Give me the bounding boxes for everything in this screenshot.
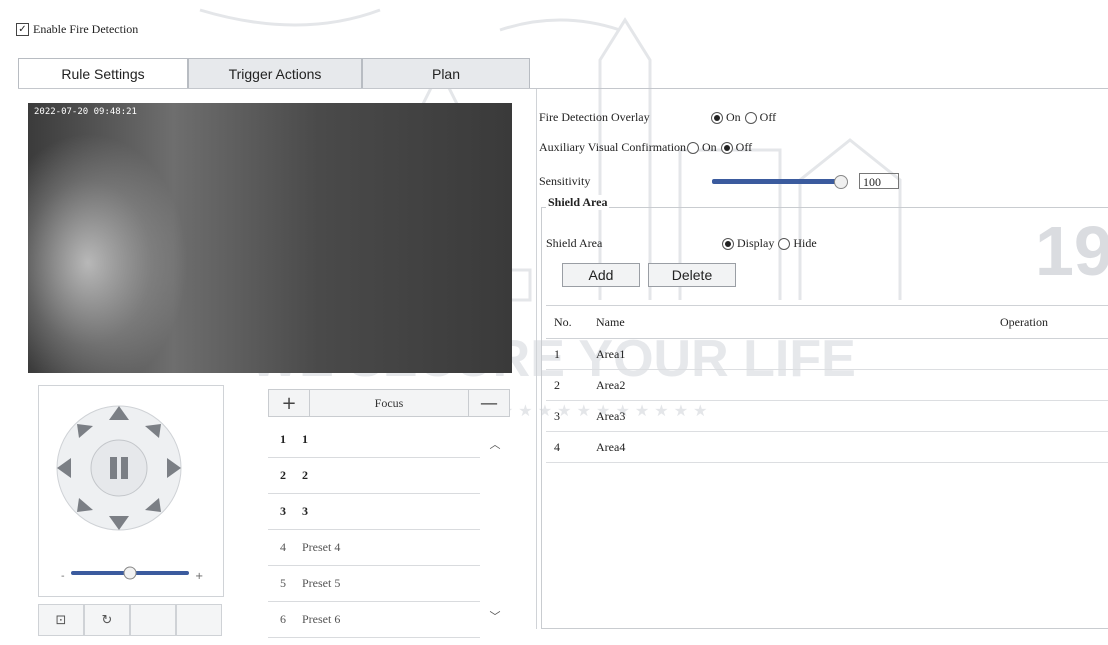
- video-timestamp: 2022-07-20 09:48:21: [34, 107, 137, 117]
- table-row[interactable]: 3 Area3: [546, 401, 1108, 432]
- lock-icon[interactable]: ⊡: [38, 604, 84, 636]
- row-no: 1: [554, 346, 560, 361]
- video-glow: [28, 133, 188, 373]
- sensitivity-label: Sensitivity: [539, 174, 591, 188]
- toolbar-empty-1[interactable]: [130, 604, 176, 636]
- enable-label: Enable Fire Detection: [33, 22, 139, 36]
- pause-icon[interactable]: [110, 457, 117, 479]
- header-no: No.: [554, 314, 572, 329]
- preset-scrollbar[interactable]: ︿ ﹀: [482, 422, 508, 638]
- aux-label: Auxiliary Visual Confirmation: [539, 140, 687, 154]
- shield-row: Shield Area Display Hide: [546, 236, 821, 251]
- table-row[interactable]: 4 Area4: [546, 432, 1108, 463]
- preset-number: 1: [280, 432, 286, 446]
- tab-bar: Rule Settings Trigger Actions Plan: [18, 58, 530, 89]
- zoom-plus-icon[interactable]: +: [195, 571, 203, 582]
- preset-item[interactable]: 22: [268, 458, 480, 494]
- shield-table: No. Name Operation 1 Area1 2 Area2 3 Are…: [546, 305, 1108, 463]
- preset-item[interactable]: 6 Preset 6: [268, 602, 480, 638]
- preset-item[interactable]: 4 Preset 4: [268, 530, 480, 566]
- tab-plan[interactable]: Plan: [362, 58, 530, 89]
- preset-item[interactable]: 33: [268, 494, 480, 530]
- toolbar-empty-2[interactable]: [176, 604, 222, 636]
- radio-on-icon: [722, 237, 734, 250]
- table-header: No. Name Operation: [546, 305, 1108, 339]
- preset-name: 3: [302, 504, 308, 518]
- sensitivity-thumb[interactable]: [834, 175, 848, 189]
- ptz-direction-pad[interactable]: - +: [39, 386, 223, 596]
- row-name: Area3: [596, 408, 626, 423]
- sensitivity-slider[interactable]: [712, 175, 852, 189]
- radio-off-icon: [687, 141, 699, 154]
- aux-off-label: Off: [735, 140, 753, 154]
- overlay-row: Fire Detection Overlay On Off: [539, 110, 780, 125]
- overlay-off-radio[interactable]: Off: [744, 110, 777, 125]
- preset-item[interactable]: 11: [268, 422, 480, 458]
- row-no: 3: [554, 408, 560, 423]
- preset-number: 3: [280, 504, 286, 518]
- video-preview[interactable]: 2022-07-20 09:48:21: [28, 103, 512, 373]
- table-row[interactable]: 2 Area2: [546, 370, 1108, 401]
- preset-item[interactable]: 5 Preset 5: [268, 566, 480, 602]
- radio-off-icon: [744, 111, 757, 124]
- row-name: Area4: [596, 439, 626, 454]
- shield-display-radio[interactable]: Display: [722, 236, 774, 251]
- sensitivity-input[interactable]: 100: [859, 173, 899, 189]
- shield-label: Shield Area: [546, 236, 603, 250]
- sensitivity-row: Sensitivity: [539, 174, 590, 189]
- radio-on-icon: [720, 141, 733, 154]
- tab-rule-settings[interactable]: Rule Settings: [18, 58, 188, 89]
- row-no: 4: [554, 439, 560, 454]
- radio-off-icon: [778, 237, 791, 250]
- shield-area-legend: Shield Area: [546, 195, 610, 210]
- overlay-label: Fire Detection Overlay: [539, 110, 650, 124]
- preset-name: Preset 4: [302, 540, 341, 554]
- enable-checkbox[interactable]: ✓: [16, 23, 29, 36]
- row-name: Area2: [596, 377, 626, 392]
- focus-label: Focus: [309, 390, 469, 416]
- aux-on-label: On: [702, 140, 717, 154]
- preset-list: 11 22 33 4 Preset 4 5 Preset 5 6 Preset 6: [268, 422, 480, 638]
- chevron-up-icon[interactable]: ︿: [490, 436, 501, 452]
- preset-name: 2: [302, 468, 308, 482]
- overlay-on-label: On: [726, 110, 741, 124]
- aux-on-radio[interactable]: On: [687, 140, 717, 155]
- aux-off-radio[interactable]: Off: [720, 140, 753, 155]
- table-row[interactable]: 1 Area1: [546, 339, 1108, 370]
- overlay-on-radio[interactable]: On: [711, 110, 741, 125]
- chevron-down-icon[interactable]: ﹀: [490, 608, 501, 624]
- enable-fire-detection[interactable]: ✓ Enable Fire Detection: [16, 22, 138, 37]
- zoom-slider-thumb[interactable]: [123, 566, 137, 580]
- preset-name: Preset 5: [302, 576, 341, 590]
- preset-name: Preset 6: [302, 612, 341, 626]
- aux-row: Auxiliary Visual Confirmation On Off: [539, 140, 756, 155]
- row-name: Area1: [596, 346, 626, 361]
- preset-name: 1: [302, 432, 308, 446]
- radio-on-icon: [711, 111, 723, 124]
- ptz-panel: - +: [38, 385, 224, 597]
- preset-number: 4: [280, 540, 286, 554]
- shield-hide-radio[interactable]: Hide: [778, 236, 817, 251]
- sensitivity-track: [712, 179, 840, 184]
- row-no: 2: [554, 377, 560, 392]
- overlay-off-label: Off: [759, 110, 777, 124]
- focus-plus-button[interactable]: +: [269, 393, 309, 414]
- preset-number: 5: [280, 576, 286, 590]
- focus-minus-button[interactable]: —: [469, 393, 509, 414]
- preset-number: 2: [280, 468, 286, 482]
- delete-button[interactable]: Delete: [648, 263, 736, 287]
- add-button[interactable]: Add: [562, 263, 640, 287]
- shield-display-label: Display: [737, 236, 775, 250]
- shield-hide-label: Hide: [793, 236, 817, 250]
- focus-control: + Focus —: [268, 389, 510, 417]
- preset-number: 6: [280, 612, 286, 626]
- rotate-360-icon[interactable]: ↻: [84, 604, 130, 636]
- zoom-minus-icon[interactable]: -: [61, 571, 65, 582]
- ptz-toolbar: ⊡ ↻: [38, 604, 222, 636]
- tab-trigger-actions[interactable]: Trigger Actions: [188, 58, 362, 89]
- header-operation: Operation: [1000, 314, 1048, 329]
- header-name: Name: [596, 314, 625, 329]
